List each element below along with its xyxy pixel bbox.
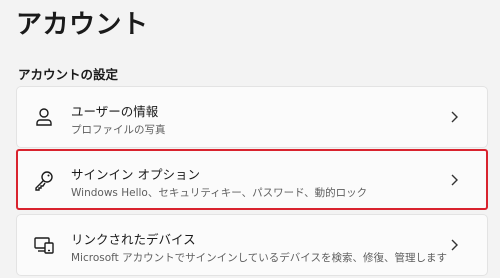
settings-item-linked-devices[interactable]: リンクされたデバイス Microsoft アカウントでサインインしているデバイス…: [16, 214, 488, 276]
chevron-right-icon: [447, 237, 461, 253]
key-icon: [33, 169, 55, 191]
devices-icon: [33, 234, 55, 256]
settings-item-description: Microsoft アカウントでサインインしているデバイスを検索、修復、管理しま…: [71, 252, 447, 264]
settings-item-user-info[interactable]: ユーザーの情報 プロファイルの写真: [16, 86, 488, 148]
section-title: アカウントの設定: [18, 67, 119, 82]
page-title: アカウント: [16, 10, 149, 40]
settings-item-description: プロファイルの写真: [71, 124, 166, 136]
person-icon: [33, 106, 55, 128]
settings-item-label: ユーザーの情報: [71, 104, 159, 119]
settings-item-label: サインイン オプション: [71, 167, 200, 182]
chevron-right-icon: [447, 172, 461, 188]
settings-item-signin-options[interactable]: サインイン オプション Windows Hello、セキュリティキー、パスワード…: [16, 149, 488, 210]
settings-item-description: Windows Hello、セキュリティキー、パスワード、動的ロック: [71, 187, 368, 199]
chevron-right-icon: [447, 109, 461, 125]
settings-item-label: リンクされたデバイス: [71, 232, 196, 247]
